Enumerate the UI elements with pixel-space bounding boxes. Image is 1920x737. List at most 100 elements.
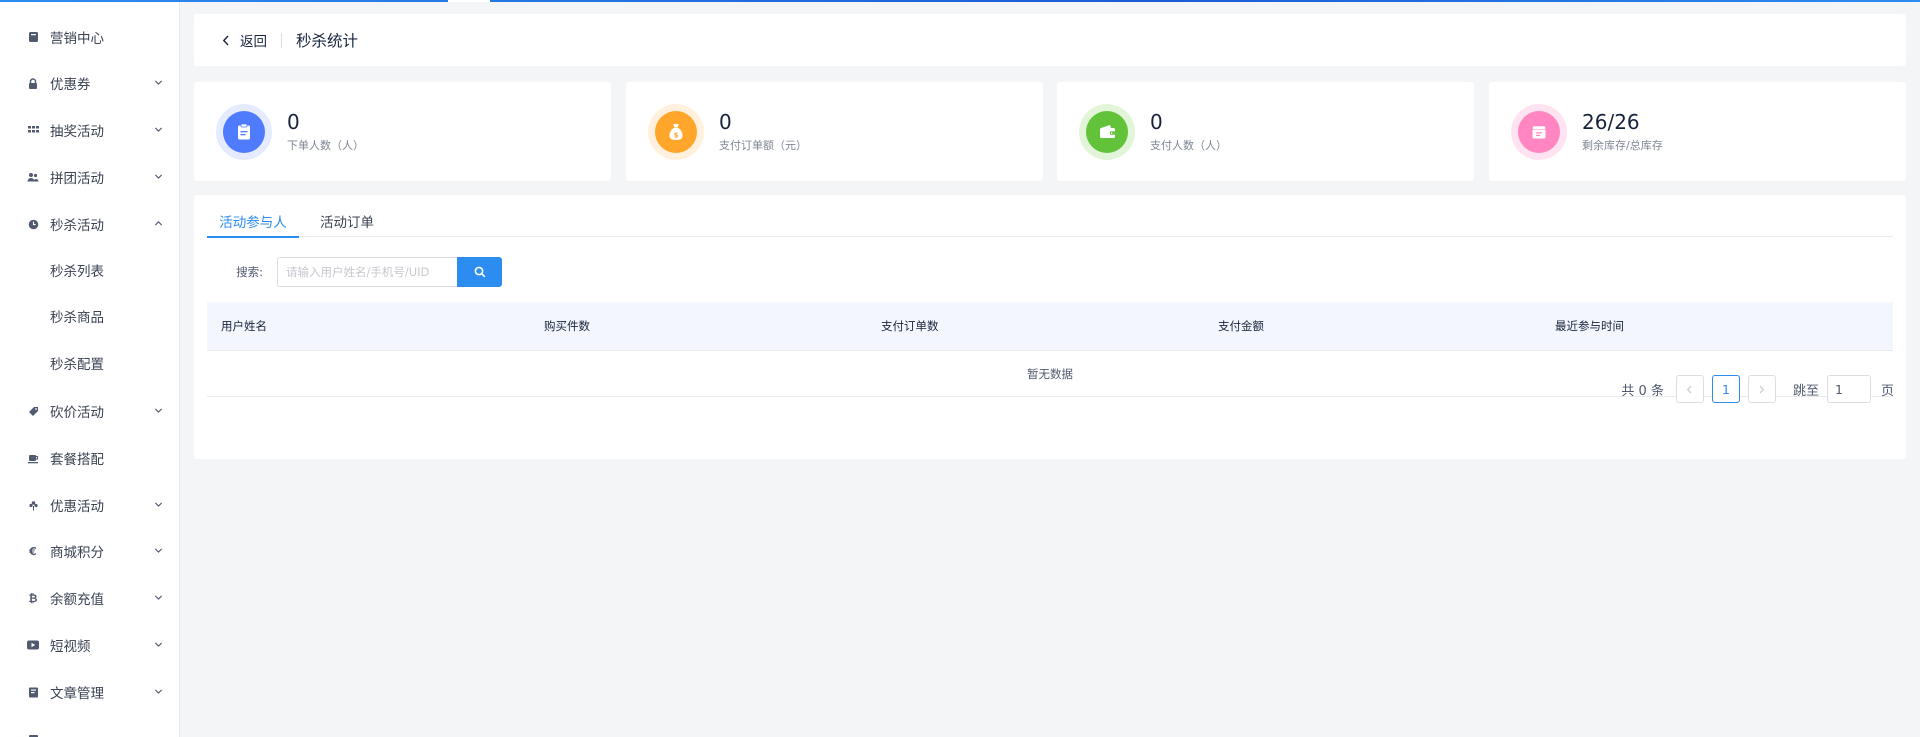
stat-label: 剩余库存/总库存 xyxy=(1582,139,1663,152)
sidebar-item-bargain[interactable]: 砍价活动 xyxy=(0,388,179,434)
menu-icon xyxy=(26,732,40,737)
tab-participants[interactable]: 活动参与人 xyxy=(207,209,299,238)
sidebar-item-partial xyxy=(0,716,179,737)
wallet-icon xyxy=(1099,125,1115,138)
sidebar-item-label: 秒杀活动 xyxy=(50,218,104,234)
next-page-button[interactable] xyxy=(1747,375,1776,403)
column-header: 用户姓名 xyxy=(221,319,267,333)
stat-card-paid-amount: $ 0 支付订单额（元） xyxy=(626,82,1043,181)
sidebar-item-flash-sale[interactable]: 秒杀活动 xyxy=(0,201,179,247)
pagination-total: 共 0 条 xyxy=(1621,383,1664,399)
sidebar-item-label: 优惠券 xyxy=(50,77,91,93)
flower-icon xyxy=(26,498,40,512)
chevron-down-icon xyxy=(154,548,163,553)
prev-page-button[interactable] xyxy=(1675,375,1704,403)
chevron-down-icon xyxy=(154,502,163,507)
back-button[interactable]: 返回 xyxy=(222,30,267,50)
sidebar-item-label: 短视频 xyxy=(50,639,91,655)
stat-value: 0 xyxy=(719,110,732,134)
search-button[interactable] xyxy=(457,257,502,287)
stat-label: 支付人数（人） xyxy=(1150,139,1227,152)
search-icon xyxy=(474,266,485,278)
sidebar-subitem-flash-sale-products[interactable]: 秒杀商品 xyxy=(0,293,179,339)
book-icon xyxy=(26,685,40,699)
tab-bar: 活动参与人 活动订单 xyxy=(207,209,1893,238)
bitcoin-icon: ₿ xyxy=(28,591,38,605)
sidebar-item-label: 文章管理 xyxy=(50,686,104,702)
sidebar-item-label: 商城积分 xyxy=(50,545,104,561)
sidebar-item-points[interactable]: € 商城积分 xyxy=(0,528,179,574)
sidebar-item-lottery[interactable]: 抽奖活动 xyxy=(0,107,179,153)
inventory-icon xyxy=(1532,125,1546,138)
sidebar: 营销中心 优惠券 抽奖活动 拼团活动 秒杀活动 秒杀列表 秒杀商品 秒杀配置 砍… xyxy=(0,0,180,737)
stat-icon-ring: $ xyxy=(648,103,704,160)
column-header: 支付订单数 xyxy=(881,319,939,333)
table-header: 用户姓名 购买件数 支付订单数 支付金额 最近参与时间 xyxy=(207,302,1893,351)
sidebar-item-label: 套餐搭配 xyxy=(50,452,104,468)
chevron-down-icon xyxy=(154,80,163,85)
sidebar-item-label: 拼团活动 xyxy=(50,171,104,187)
page-title: 秒杀统计 xyxy=(296,32,359,50)
chevron-down-icon xyxy=(154,174,163,179)
sidebar-item-label: 秒杀列表 xyxy=(50,264,104,280)
stat-icon-ring xyxy=(1079,103,1135,160)
page-header: 返回 秒杀统计 xyxy=(194,14,1906,66)
tab-orders[interactable]: 活动订单 xyxy=(311,209,383,237)
chevron-down-icon xyxy=(154,408,163,413)
page-unit-label: 页 xyxy=(1880,383,1894,399)
euro-icon: € xyxy=(29,544,37,558)
column-header: 购买件数 xyxy=(544,319,590,333)
sidebar-item-marketing-center[interactable]: 营销中心 xyxy=(0,14,179,60)
sidebar-item-short-video[interactable]: 短视频 xyxy=(0,622,179,668)
grid-icon xyxy=(26,123,40,137)
sidebar-subitem-flash-sale-list[interactable]: 秒杀列表 xyxy=(0,247,179,293)
tab-label: 活动订单 xyxy=(320,215,374,231)
sidebar-item-label: 砍价活动 xyxy=(50,405,104,421)
sidebar-item-label: 秒杀配置 xyxy=(50,357,104,373)
sidebar-item-bundle[interactable]: 套餐搭配 xyxy=(0,435,179,481)
svg-text:$: $ xyxy=(674,131,679,139)
sidebar-item-label: 余额充值 xyxy=(50,592,104,608)
sidebar-item-articles[interactable]: 文章管理 xyxy=(0,669,179,715)
column-header: 支付金额 xyxy=(1218,319,1264,333)
marketing-icon xyxy=(26,30,40,44)
group-icon xyxy=(26,170,40,184)
sidebar-item-label: 营销中心 xyxy=(50,31,104,47)
chevron-left-icon xyxy=(222,35,229,45)
chevron-up-icon xyxy=(154,221,163,226)
search-label: 搜索: xyxy=(236,265,263,279)
header-divider xyxy=(281,32,282,48)
search-row: 搜索: xyxy=(207,257,502,287)
chevron-right-icon xyxy=(1760,385,1765,393)
tab-label: 活动参与人 xyxy=(219,215,287,231)
search-input[interactable] xyxy=(277,257,457,287)
tag-icon xyxy=(26,404,40,418)
sidebar-subitem-flash-sale-config[interactable]: 秒杀配置 xyxy=(0,340,179,386)
stat-value: 0 xyxy=(1150,110,1163,134)
sidebar-item-promotions[interactable]: 优惠活动 xyxy=(0,482,179,528)
jump-label: 跳至 xyxy=(1792,383,1819,399)
chevron-down-icon xyxy=(154,642,163,647)
stat-card-paid-users: 0 支付人数（人） xyxy=(1057,82,1474,181)
stat-icon-ring xyxy=(1511,103,1567,160)
page-number-button[interactable]: 1 xyxy=(1711,375,1740,403)
pagination: 共 0 条 1 跳至 页 xyxy=(1621,375,1894,403)
sidebar-item-label: 优惠活动 xyxy=(50,499,104,515)
stat-value: 0 xyxy=(287,110,300,134)
sidebar-item-label: 抽奖活动 xyxy=(50,124,104,140)
stat-card-order-users: 0 下单人数（人） xyxy=(194,82,611,181)
column-header: 最近参与时间 xyxy=(1555,319,1624,333)
video-icon xyxy=(26,638,40,652)
chevron-down-icon xyxy=(154,127,163,132)
lock-icon xyxy=(26,76,40,90)
jump-page-input[interactable] xyxy=(1826,375,1871,403)
sidebar-item-group-buy[interactable]: 拼团活动 xyxy=(0,154,179,200)
chevron-left-icon xyxy=(1687,385,1692,393)
sidebar-item-coupons[interactable]: 优惠券 xyxy=(0,60,179,106)
sidebar-item-recharge[interactable]: ₿ 余额充值 xyxy=(0,575,179,621)
chevron-down-icon xyxy=(154,595,163,600)
clock-icon xyxy=(26,217,40,231)
clipboard-icon xyxy=(238,123,250,139)
stat-label: 支付订单额（元） xyxy=(719,139,807,152)
stat-label: 下单人数（人） xyxy=(287,139,364,152)
